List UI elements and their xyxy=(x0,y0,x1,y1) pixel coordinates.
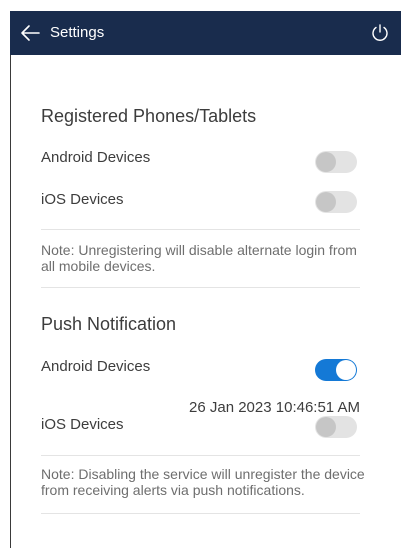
arrow-left-icon xyxy=(18,21,42,45)
registered-note: Note: Unregistering will disable alterna… xyxy=(41,242,357,274)
push-note: Note: Disabling the service will unregis… xyxy=(41,466,365,498)
push-android-label: Android Devices xyxy=(41,358,151,375)
toggle-knob xyxy=(316,192,336,212)
back-button[interactable] xyxy=(18,21,42,45)
divider xyxy=(41,287,360,288)
left-border xyxy=(10,48,11,548)
power-button[interactable] xyxy=(369,22,391,44)
registered-ios-toggle[interactable] xyxy=(315,191,357,213)
push-ios-label: iOS Devices xyxy=(41,416,124,433)
settings-screen: Settings Registered Phones/Tablets Andro… xyxy=(0,0,404,548)
toggle-knob xyxy=(316,417,336,437)
push-android-toggle[interactable] xyxy=(315,359,357,381)
registered-android-toggle[interactable] xyxy=(315,151,357,173)
registered-section-title: Registered Phones/Tablets xyxy=(41,106,257,126)
push-ios-timestamp: 26 Jan 2023 10:46:51 AM xyxy=(189,399,360,416)
divider xyxy=(41,455,360,456)
toggle-knob xyxy=(336,360,356,380)
registered-ios-label: iOS Devices xyxy=(41,191,124,208)
push-section-title: Push Notification xyxy=(41,314,177,334)
registered-android-label: Android Devices xyxy=(41,149,151,166)
power-icon xyxy=(369,22,391,44)
divider xyxy=(41,513,360,514)
app-bar: Settings xyxy=(10,11,401,55)
page-title: Settings xyxy=(50,24,105,41)
divider xyxy=(41,229,360,230)
push-ios-toggle[interactable] xyxy=(315,416,357,438)
toggle-knob xyxy=(316,152,336,172)
